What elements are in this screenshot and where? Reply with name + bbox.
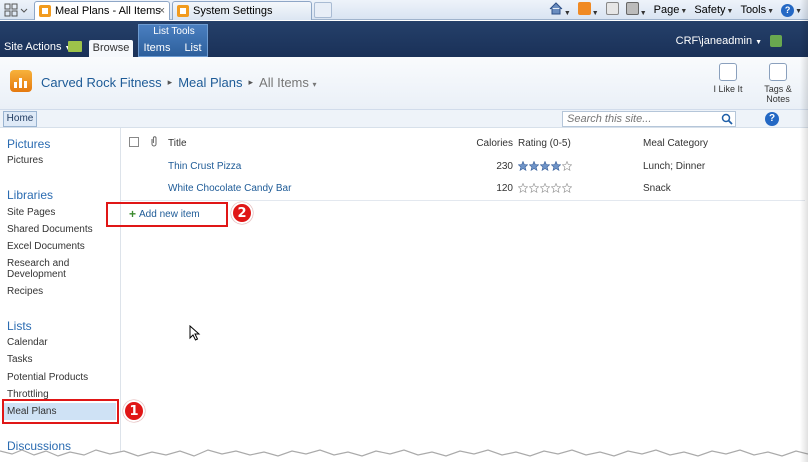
star-empty-icon[interactable] xyxy=(540,183,550,193)
item-title-link[interactable]: White Chocolate Candy Bar xyxy=(168,183,291,194)
torn-edge-decoration xyxy=(0,449,808,462)
list-view: Title Calories Rating (0-5) Meal Categor… xyxy=(121,128,808,462)
nav-item-shared-documents[interactable]: Shared Documents xyxy=(7,224,93,235)
user-status-icon[interactable] xyxy=(770,35,782,47)
nav-item-calendar[interactable]: Calendar xyxy=(7,337,48,348)
star-empty-icon[interactable] xyxy=(562,161,572,171)
tab-label: System Settings xyxy=(193,5,273,17)
site-actions-menu[interactable]: Site Actions▼ xyxy=(4,41,71,53)
highlight-add-new-item xyxy=(106,202,228,227)
search-input[interactable] xyxy=(563,112,715,126)
home-link[interactable]: Home xyxy=(3,111,37,127)
item-meal-category: Lunch; Dinner xyxy=(643,161,706,172)
column-header-rating[interactable]: Rating (0-5) xyxy=(518,138,571,149)
item-meal-category: Snack xyxy=(643,183,671,194)
tab-system-settings[interactable]: System Settings xyxy=(172,1,312,20)
mail-icon[interactable] xyxy=(605,2,619,18)
site-logo-icon[interactable] xyxy=(10,70,32,92)
view-selector[interactable]: All Items ▾ xyxy=(259,75,316,90)
rating-stars[interactable] xyxy=(518,161,572,171)
breadcrumb: Carved Rock Fitness ▸ Meal Plans ▸ All I… xyxy=(41,75,317,90)
top-link-bar: Home ? xyxy=(0,110,808,128)
breadcrumb-separator-icon: ▸ xyxy=(167,77,173,87)
list-header-row: Title Calories Rating (0-5) Meal Categor… xyxy=(121,134,799,156)
help-icon[interactable]: ? xyxy=(765,112,779,126)
breadcrumb-list[interactable]: Meal Plans xyxy=(178,75,242,90)
nav-item-recipes[interactable]: Recipes xyxy=(7,286,43,297)
browser-command-bar: ▼ ▼ ▼ Page▼ Safety▼ Tools▼ ? ▼ xyxy=(549,2,802,18)
note-icon xyxy=(769,63,787,81)
star-filled-icon[interactable] xyxy=(518,161,528,171)
rating-stars[interactable] xyxy=(518,183,572,193)
tab-meal-plans[interactable]: Meal Plans - All Items × xyxy=(34,1,170,20)
star-filled-icon[interactable] xyxy=(529,161,539,171)
breadcrumb-site[interactable]: Carved Rock Fitness xyxy=(41,75,162,90)
sharepoint-favicon-icon xyxy=(39,5,51,17)
item-calories: 230 xyxy=(496,161,513,172)
safety-menu[interactable]: Safety▼ xyxy=(694,4,733,16)
mouse-cursor-icon xyxy=(189,325,201,341)
search-icon[interactable] xyxy=(721,113,733,125)
nav-item-research[interactable]: Research and Development xyxy=(7,258,87,280)
rss-feed-icon[interactable]: ▼ xyxy=(577,2,599,18)
star-filled-icon[interactable] xyxy=(540,161,550,171)
item-title-link[interactable]: Thin Crust Pizza xyxy=(168,161,241,172)
page-menu[interactable]: Page▼ xyxy=(654,4,688,16)
callout-badge-2: 2 xyxy=(231,202,253,224)
tab-label: Meal Plans - All Items xyxy=(55,5,161,17)
tab-items[interactable]: Items xyxy=(142,40,172,57)
navigate-up-icon[interactable] xyxy=(68,41,82,52)
star-empty-icon[interactable] xyxy=(562,183,572,193)
nav-item-tasks[interactable]: Tasks xyxy=(7,354,33,365)
tools-menu[interactable]: Tools▼ xyxy=(740,4,774,16)
nav-item-pictures[interactable]: Pictures xyxy=(7,155,43,166)
print-icon[interactable]: ▼ xyxy=(625,2,647,18)
new-tab-button[interactable] xyxy=(314,2,332,18)
table-row: Thin Crust Pizza 230 Lunch; Dinner xyxy=(121,157,799,179)
browser-tab-bar: Meal Plans - All Items × System Settings… xyxy=(0,0,808,20)
callout-badge-1: 1 xyxy=(123,400,145,422)
nav-heading-pictures[interactable]: Pictures xyxy=(7,137,50,151)
tags-notes-button[interactable]: Tags & Notes xyxy=(758,61,798,104)
column-header-calories[interactable]: Calories xyxy=(451,138,513,149)
star-empty-icon[interactable] xyxy=(529,183,539,193)
column-header-meal-category[interactable]: Meal Category xyxy=(643,138,708,149)
nav-heading-libraries[interactable]: Libraries xyxy=(7,188,53,202)
nav-item-potential-products[interactable]: Potential Products xyxy=(7,372,88,383)
tab-list[interactable]: List xyxy=(180,40,206,57)
star-filled-icon[interactable] xyxy=(551,161,561,171)
search-box xyxy=(562,111,736,127)
home-icon[interactable]: ▼ xyxy=(549,2,571,18)
nav-item-site-pages[interactable]: Site Pages xyxy=(7,207,55,218)
star-empty-icon[interactable] xyxy=(518,183,528,193)
nav-item-excel-documents[interactable]: Excel Documents xyxy=(7,241,85,252)
item-calories: 120 xyxy=(496,183,513,194)
nav-heading-lists[interactable]: Lists xyxy=(7,319,32,333)
ribbon-bar: Site Actions▼ List Tools Browse Items Li… xyxy=(0,21,808,57)
sharepoint-favicon-icon xyxy=(177,5,189,17)
tab-browse[interactable]: Browse xyxy=(89,40,133,57)
star-empty-icon[interactable] xyxy=(551,183,561,193)
social-actions: I Like It Tags & Notes xyxy=(708,61,798,104)
column-header-title[interactable]: Title xyxy=(168,138,187,149)
highlight-meal-plans xyxy=(2,399,119,424)
title-area: Carved Rock Fitness ▸ Meal Plans ▸ All I… xyxy=(0,57,808,110)
attachment-icon xyxy=(150,136,158,150)
user-menu[interactable]: CRF\janeadmin ▼ xyxy=(676,35,762,47)
breadcrumb-separator-icon: ▸ xyxy=(248,77,254,87)
quick-tabs-icon xyxy=(4,3,28,17)
tag-icon xyxy=(719,63,737,81)
list-divider xyxy=(121,200,805,201)
table-row: White Chocolate Candy Bar 120 Snack xyxy=(121,179,799,201)
quick-tabs-button[interactable] xyxy=(4,2,32,18)
page-shadow xyxy=(800,0,808,462)
list-tools-label: List Tools xyxy=(153,26,195,37)
i-like-it-button[interactable]: I Like It xyxy=(708,61,748,104)
help-icon[interactable]: ? ▼ xyxy=(781,3,802,17)
select-all-checkbox[interactable] xyxy=(129,137,139,147)
close-tab-icon[interactable]: × xyxy=(159,5,165,17)
